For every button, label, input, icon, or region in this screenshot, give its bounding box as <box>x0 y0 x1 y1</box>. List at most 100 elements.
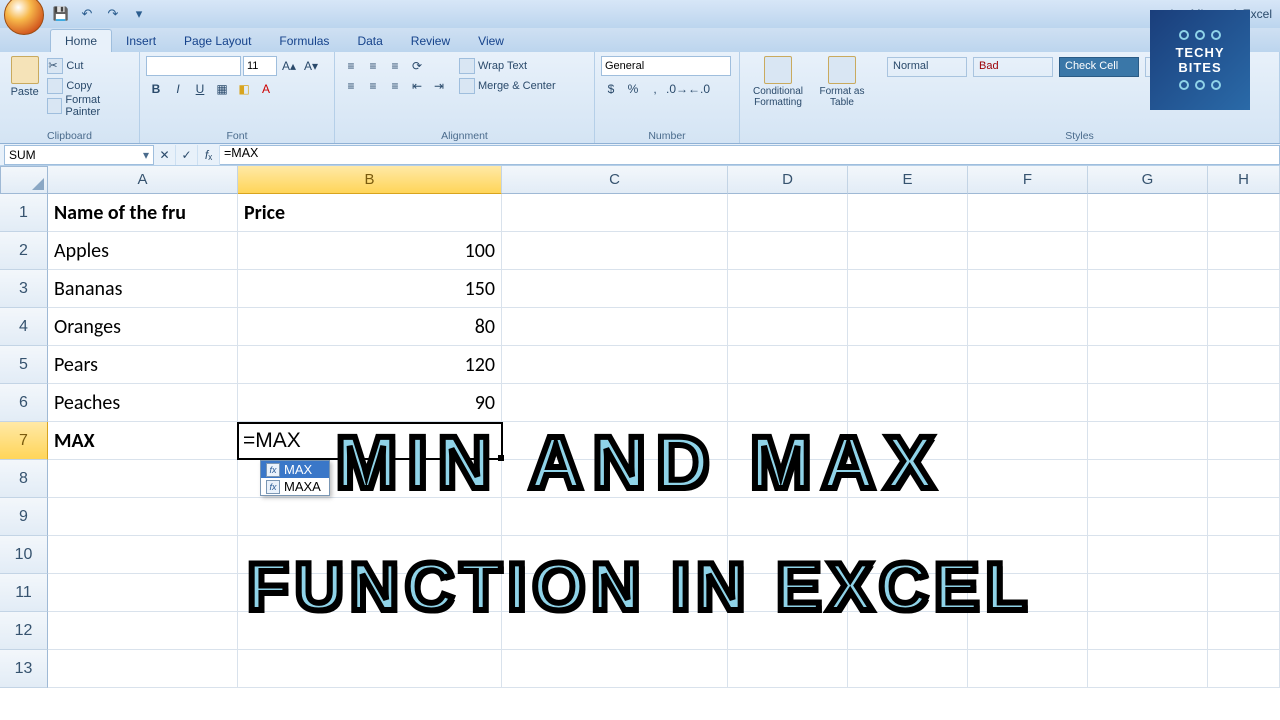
cell-G13[interactable] <box>1088 650 1208 688</box>
cell-E8[interactable] <box>848 460 968 498</box>
orientation-button[interactable]: ⟳ <box>407 56 427 76</box>
format-as-table-button[interactable]: Format as Table <box>814 56 870 108</box>
fill-color-button[interactable]: ◧ <box>234 79 254 99</box>
cell-H11[interactable] <box>1208 574 1280 612</box>
style-explanatory[interactable]: Explanatory <box>1145 57 1225 77</box>
style-bad[interactable]: Bad <box>973 57 1053 77</box>
cell-F12[interactable] <box>968 612 1088 650</box>
cell-C3[interactable] <box>502 270 728 308</box>
cell-F4[interactable] <box>968 308 1088 346</box>
row-header-2[interactable]: 2 <box>0 232 48 270</box>
cell-B6[interactable]: 90 <box>238 384 502 422</box>
cell-A5[interactable]: Pears <box>48 346 238 384</box>
cell-E5[interactable] <box>848 346 968 384</box>
column-header-F[interactable]: F <box>968 166 1088 194</box>
cell-F2[interactable] <box>968 232 1088 270</box>
cut-button[interactable]: ✂Cut <box>47 56 133 76</box>
cell-H4[interactable] <box>1208 308 1280 346</box>
formula-input[interactable]: =MAX <box>220 145 1280 165</box>
cell-B10[interactable] <box>238 536 502 574</box>
cell-H10[interactable] <box>1208 536 1280 574</box>
row-header-13[interactable]: 13 <box>0 650 48 688</box>
undo-icon[interactable]: ↶ <box>76 4 98 24</box>
cell-E13[interactable] <box>848 650 968 688</box>
cell-D4[interactable] <box>728 308 848 346</box>
cell-D7[interactable] <box>728 422 848 460</box>
cell-D11[interactable] <box>728 574 848 612</box>
cell-B13[interactable] <box>238 650 502 688</box>
style-normal[interactable]: Normal <box>887 57 967 77</box>
cell-C11[interactable] <box>502 574 728 612</box>
cell-F9[interactable] <box>968 498 1088 536</box>
align-center-button[interactable]: ≡ <box>363 76 383 96</box>
cell-H3[interactable] <box>1208 270 1280 308</box>
cell-B5[interactable]: 120 <box>238 346 502 384</box>
row-header-6[interactable]: 6 <box>0 384 48 422</box>
decrease-decimal-button[interactable]: ←.0 <box>689 79 709 99</box>
cell-G5[interactable] <box>1088 346 1208 384</box>
redo-icon[interactable]: ↷ <box>102 4 124 24</box>
increase-decimal-button[interactable]: .0→ <box>667 79 687 99</box>
cell-D3[interactable] <box>728 270 848 308</box>
enter-formula-button[interactable]: ✓ <box>176 145 198 165</box>
qat-dropdown-icon[interactable]: ▾ <box>128 4 150 24</box>
cell-A4[interactable]: Oranges <box>48 308 238 346</box>
column-header-C[interactable]: C <box>502 166 728 194</box>
align-top-button[interactable]: ≡ <box>341 56 361 76</box>
cell-A12[interactable] <box>48 612 238 650</box>
cell-G2[interactable] <box>1088 232 1208 270</box>
cell-A11[interactable] <box>48 574 238 612</box>
cell-D6[interactable] <box>728 384 848 422</box>
cell-C1[interactable] <box>502 194 728 232</box>
cell-A13[interactable] <box>48 650 238 688</box>
tab-insert[interactable]: Insert <box>112 30 170 52</box>
grow-font-button[interactable]: A▴ <box>279 56 299 76</box>
cell-G8[interactable] <box>1088 460 1208 498</box>
cell-G9[interactable] <box>1088 498 1208 536</box>
row-header-3[interactable]: 3 <box>0 270 48 308</box>
cell-G10[interactable] <box>1088 536 1208 574</box>
tab-review[interactable]: Review <box>397 30 464 52</box>
row-header-9[interactable]: 9 <box>0 498 48 536</box>
row-header-7[interactable]: 7 <box>0 422 48 460</box>
cell-A8[interactable] <box>48 460 238 498</box>
align-left-button[interactable]: ≡ <box>341 76 361 96</box>
cell-E1[interactable] <box>848 194 968 232</box>
cell-E4[interactable] <box>848 308 968 346</box>
increase-indent-button[interactable]: ⇥ <box>429 76 449 96</box>
underline-button[interactable]: U <box>190 79 210 99</box>
cell-F5[interactable] <box>968 346 1088 384</box>
number-format-select[interactable] <box>601 56 731 76</box>
cell-B2[interactable]: 100 <box>238 232 502 270</box>
cell-C4[interactable] <box>502 308 728 346</box>
cell-A7[interactable]: MAX <box>48 422 238 460</box>
cell-F11[interactable] <box>968 574 1088 612</box>
active-cell-editor[interactable]: =MAX <box>237 422 503 460</box>
row-header-8[interactable]: 8 <box>0 460 48 498</box>
cell-G7[interactable] <box>1088 422 1208 460</box>
wrap-text-button[interactable]: Wrap Text <box>459 56 556 76</box>
cell-B3[interactable]: 150 <box>238 270 502 308</box>
cell-H6[interactable] <box>1208 384 1280 422</box>
tab-page-layout[interactable]: Page Layout <box>170 30 265 52</box>
decrease-indent-button[interactable]: ⇤ <box>407 76 427 96</box>
column-header-D[interactable]: D <box>728 166 848 194</box>
row-header-11[interactable]: 11 <box>0 574 48 612</box>
cell-A6[interactable]: Peaches <box>48 384 238 422</box>
italic-button[interactable]: I <box>168 79 188 99</box>
cancel-formula-button[interactable]: ✕ <box>154 145 176 165</box>
cell-F7[interactable] <box>968 422 1088 460</box>
align-middle-button[interactable]: ≡ <box>363 56 383 76</box>
bold-button[interactable]: B <box>146 79 166 99</box>
row-header-10[interactable]: 10 <box>0 536 48 574</box>
align-bottom-button[interactable]: ≡ <box>385 56 405 76</box>
column-header-B[interactable]: B <box>238 166 502 194</box>
cell-F3[interactable] <box>968 270 1088 308</box>
cell-E3[interactable] <box>848 270 968 308</box>
cell-H8[interactable] <box>1208 460 1280 498</box>
cell-D8[interactable] <box>728 460 848 498</box>
border-button[interactable]: ▦ <box>212 79 232 99</box>
cell-E7[interactable] <box>848 422 968 460</box>
column-header-G[interactable]: G <box>1088 166 1208 194</box>
format-painter-button[interactable]: Format Painter <box>47 96 133 116</box>
